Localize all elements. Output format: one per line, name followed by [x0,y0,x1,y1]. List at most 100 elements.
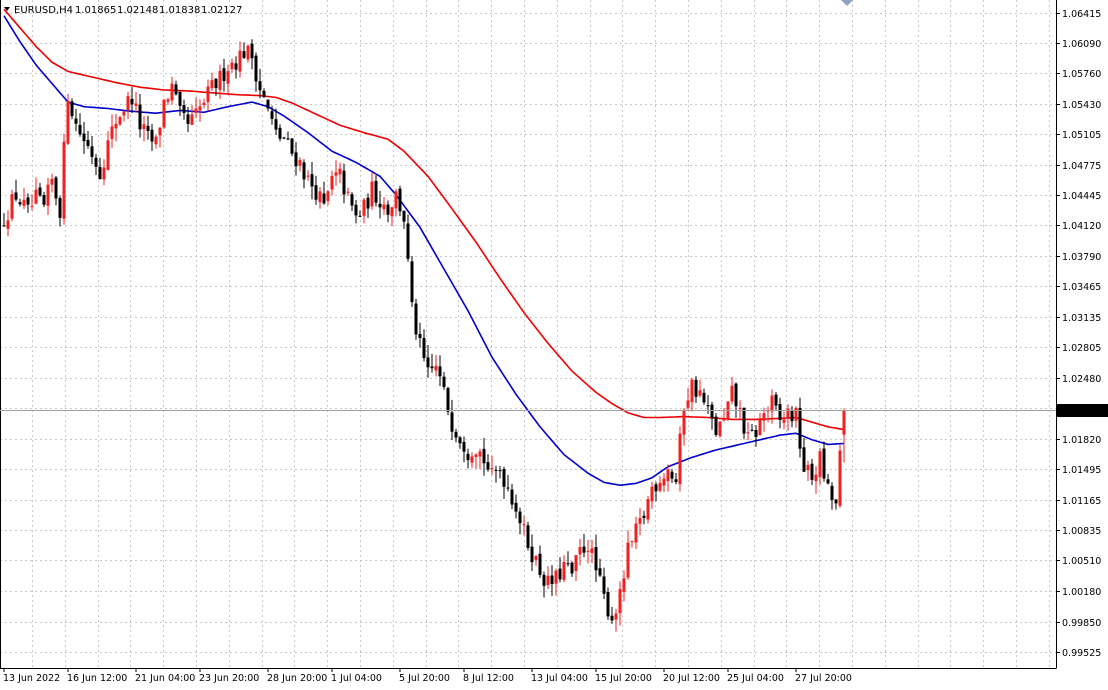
candle-body [230,62,234,70]
candle-body [402,210,406,222]
candle-bull [818,447,822,485]
current-price-tag: 1.02127 [0,404,1108,417]
candle-bull [246,44,250,63]
candle-bull [114,113,118,142]
header-low: 1.01838 [159,5,200,16]
candle-body [318,191,322,203]
ytick-label: 1.05760 [1062,69,1101,80]
xtick-label: 21 Jun 04:00 [135,673,195,684]
candle-body [142,124,146,130]
candle-body [6,220,10,229]
candle-bear [790,406,794,428]
candle-body [550,575,554,585]
candle-bear [38,182,42,197]
candle-bull [230,58,234,73]
candle-body [174,84,178,95]
candle-body [530,546,534,563]
ytick-label: 1.00835 [1062,526,1101,537]
candle-body [702,392,706,403]
candle-body [406,223,410,259]
candle-body [110,126,114,139]
candle-body [734,383,738,407]
candle-bull [762,407,766,432]
candle-bull [722,407,726,422]
candle-bear [310,162,314,200]
candle-body [330,175,334,190]
candle-bear [602,567,606,600]
candle-body [482,448,486,464]
candle-body [566,563,570,565]
candle-body [314,185,318,200]
candle-bull [782,411,786,430]
candle-body [538,553,542,575]
current-price-label: 1.02127 [1061,406,1100,417]
candle-body [762,413,766,421]
candlestick-chart[interactable]: 1.06415 1.06090 1.05760 1.05430 1.05105 1.047… [0,0,1108,686]
ytick-label: 0.99850 [1062,618,1101,629]
candle-bull [838,444,842,508]
candle-body [614,613,618,620]
candle-bear [398,185,402,217]
candle-body [430,366,434,369]
candle-bull [362,197,366,224]
candle-body [682,409,686,435]
candle-body [254,55,258,82]
chart-canvas[interactable]: 1.06415 1.06090 1.05760 1.05430 1.05105 1.047… [0,0,1108,686]
candle-body [350,194,354,206]
candle-bear [262,88,266,98]
candle-body [62,141,66,219]
candle-bear [450,399,454,441]
ytick-label: 1.06415 [1062,9,1101,20]
candle-body [510,489,514,505]
candle-body [434,365,438,371]
candle-body [486,462,490,470]
candle-body [38,187,42,196]
candle-body [654,484,658,492]
candle-bull [746,422,750,441]
candle-bear [810,458,814,486]
candle-body [810,463,814,480]
candle-bull [50,173,54,193]
candle-bear [266,99,270,112]
candle-body [42,195,46,205]
xtick-label: 15 Jul 20:00 [595,673,652,684]
candle-bull [110,114,114,148]
candle-bear [26,193,30,213]
candle-bear [182,99,186,120]
candle-bull [470,452,474,468]
candle-body [754,430,758,437]
candle-bear [282,136,286,140]
candle-body [290,138,294,154]
candle-body [194,108,198,113]
candle-body [718,421,722,436]
candle-body [78,124,82,135]
ytick-label: 1.02805 [1062,343,1101,354]
candle-bull [638,508,642,536]
candle-body [202,102,206,105]
candle-body [606,592,610,617]
candle-body [130,98,134,105]
candle-body [830,485,834,500]
candle-bear [498,466,502,479]
candle-bull [534,554,538,566]
candle-body [710,404,714,419]
candle-body [282,137,286,139]
candle-body [638,518,642,524]
candle-body [18,202,22,205]
candle-bear [822,441,826,482]
candle-body [306,175,310,177]
candle-body [14,192,18,200]
candle-bull [194,97,198,119]
candle-bull [162,98,166,130]
candle-bear [402,210,406,229]
candle-bear [834,499,838,510]
candle-body [378,203,382,208]
xtick-label: 1 Jul 04:00 [331,673,382,684]
candle-bear [438,355,442,387]
candle-bear [466,448,470,469]
candle-bear [594,534,598,583]
candle-bear [702,388,706,405]
shift-marker-icon[interactable] [841,0,853,6]
candle-bull [546,566,550,589]
candle-bear [674,473,678,485]
